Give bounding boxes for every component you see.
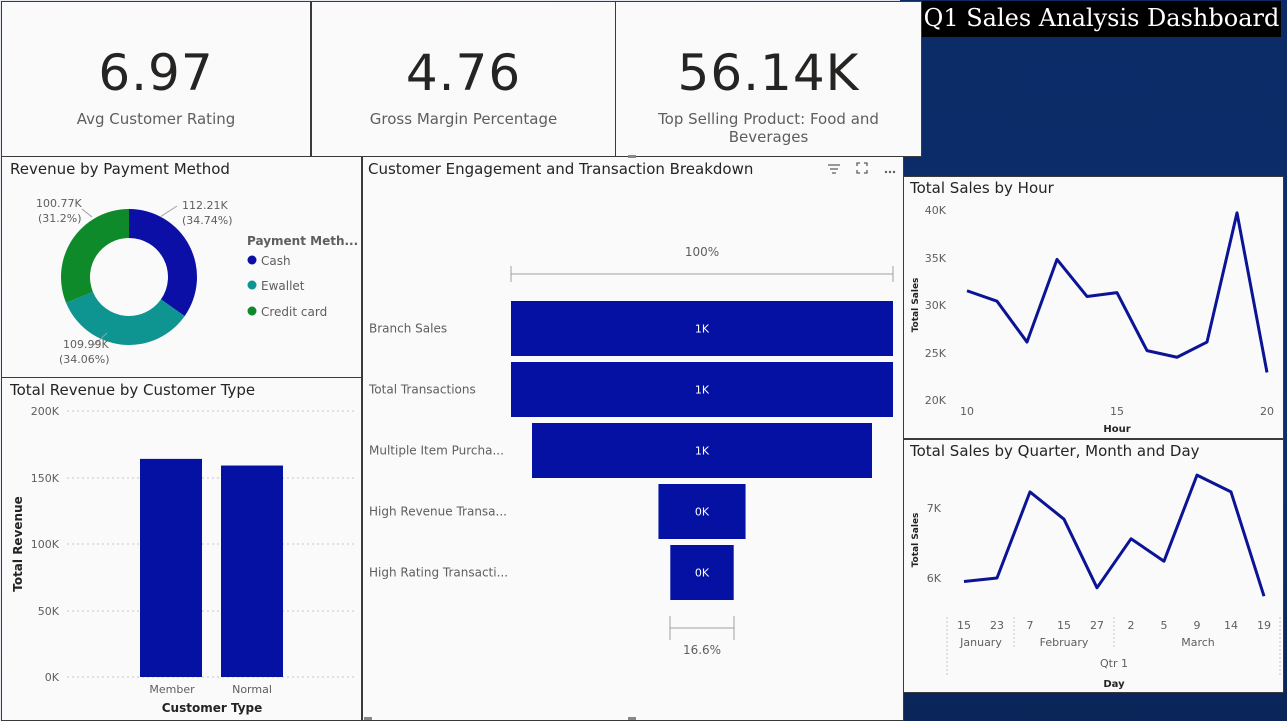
kpi-card-avg-rating[interactable]: 6.97 Avg Customer Rating <box>1 1 311 157</box>
funnel-bar-label: 1K <box>695 384 710 397</box>
funnel-top-percent: 100% <box>685 245 719 259</box>
x-axis-title: Customer Type <box>162 701 263 715</box>
funnel-top-bracket <box>510 266 894 282</box>
y-tick-label: 35K <box>925 252 947 265</box>
legend-marker-cash <box>247 255 257 265</box>
sales-by-hour-chart[interactable]: Total Sales by Hour 40K 35K 30K 25K 20K … <box>903 176 1284 439</box>
legend-item-ewallet[interactable]: Ewallet <box>261 279 305 293</box>
y-axis-title: Total Sales <box>911 278 921 333</box>
resize-handle[interactable] <box>628 155 636 158</box>
resize-handle[interactable] <box>364 717 372 720</box>
donut-svg: 112.21K (34.74%) 109.99K (34.06%) 100.77… <box>36 197 358 366</box>
kpi-value: 56.14K <box>677 44 860 102</box>
data-label: (34.74%) <box>182 214 233 227</box>
kpi-value: 4.76 <box>405 44 522 102</box>
sales-by-day-chart[interactable]: Total Sales by Quarter, Month and Day 7K… <box>903 439 1284 693</box>
kpi-card-top-product[interactable]: 56.14K Top Selling Product: Food and Bev… <box>615 1 922 157</box>
resize-handle[interactable] <box>628 717 636 720</box>
quarter-label: Qtr 1 <box>1100 657 1128 670</box>
funnel-bottom-bracket <box>669 616 735 640</box>
x-tick-label: 2 <box>1128 619 1135 632</box>
data-label: 100.77K <box>36 197 82 210</box>
y-tick-label: 150K <box>31 472 60 485</box>
funnel-category-label: Multiple Item Purcha... <box>369 444 504 458</box>
funnel-bar-label: 1K <box>695 323 710 336</box>
legend-marker-ewallet <box>247 280 257 290</box>
funnel-bar-label: 0K <box>695 506 710 519</box>
engagement-funnel-chart[interactable]: Customer Engagement and Transaction Brea… <box>362 156 904 721</box>
dashboard-title: Q1 Sales Analysis Dashboard <box>922 1 1281 37</box>
data-label: 109.99K <box>63 338 109 351</box>
y-tick-label: 40K <box>925 204 947 217</box>
funnel-category-label: High Rating Transacti... <box>369 566 508 580</box>
kpi-value: 6.97 <box>98 44 214 102</box>
x-axis-title: Day <box>1103 679 1125 690</box>
funnel-bottom-percent: 16.6% <box>683 643 721 657</box>
funnel-bar-label: 1K <box>695 445 710 458</box>
kpi-label: Avg Customer Rating <box>76 110 236 128</box>
y-tick-label: 200K <box>31 405 60 418</box>
bar-member[interactable] <box>140 458 202 677</box>
y-tick-label: 25K <box>925 347 947 360</box>
y-tick-label: 20K <box>925 394 947 407</box>
y-tick-label: 100K <box>31 538 60 551</box>
kpi-label: Top Selling Product: Food and Beverages <box>658 110 879 146</box>
x-tick-label: 9 <box>1194 619 1201 632</box>
leader-line <box>159 205 178 218</box>
legend-item-cash[interactable]: Cash <box>261 254 291 268</box>
leader-line <box>81 208 93 218</box>
x-tick-label: 5 <box>1161 619 1168 632</box>
y-tick-label: 6K <box>927 572 942 585</box>
x-tick-label: 19 <box>1257 619 1271 632</box>
y-tick-label: 30K <box>925 299 947 312</box>
sales-by-day-line[interactable] <box>963 473 1266 597</box>
gridlines <box>67 410 354 678</box>
x-tick-label: Normal <box>232 683 272 696</box>
y-tick-label: 50K <box>38 605 60 618</box>
payment-method-chart[interactable]: Revenue by Payment Method 112.21K (34.74… <box>1 156 362 378</box>
x-tick-label: 15 <box>1110 405 1124 418</box>
y-axis-title: Total Sales <box>911 513 921 568</box>
x-tick-label: 20 <box>1260 405 1274 418</box>
sales-by-hour-line[interactable] <box>966 211 1269 373</box>
funnel-bar-label: 0K <box>695 567 710 580</box>
legend-title: Payment Meth... <box>247 234 358 248</box>
bar-normal[interactable] <box>221 465 283 677</box>
y-tick-label: 7K <box>927 502 942 515</box>
x-tick-label: 15 <box>957 619 971 632</box>
month-label: March <box>1181 636 1215 649</box>
x-tick-label: 14 <box>1224 619 1238 632</box>
y-axis-title: Total Revenue <box>11 496 25 592</box>
y-tick-label: 0K <box>45 671 60 684</box>
funnel-category-label: Total Transactions <box>368 383 476 397</box>
bar-chart-svg: 200K 150K 100K 50K 0K Member Normal Cust… <box>11 405 354 715</box>
month-label: February <box>1040 636 1089 649</box>
x-tick-label: 23 <box>990 619 1004 632</box>
month-label: January <box>959 636 1002 649</box>
x-tick-label: 10 <box>960 405 974 418</box>
x-tick-label: 27 <box>1090 619 1104 632</box>
funnel-category-label: High Revenue Transa... <box>369 505 507 519</box>
legend-item-credit-card[interactable]: Credit card <box>261 305 327 319</box>
data-label: (34.06%) <box>59 353 110 366</box>
x-axis-title: Hour <box>1103 424 1130 435</box>
kpi-card-gross-margin[interactable]: 4.76 Gross Margin Percentage <box>311 1 616 157</box>
x-tick-label: 15 <box>1057 619 1071 632</box>
funnel-category-label: Branch Sales <box>369 322 447 336</box>
funnel-svg: 100% 1K Branch Sales 1K Total Transactions 1… <box>368 245 894 657</box>
line-chart-svg: 40K 35K 30K 25K 20K 10 15 20 Hour Total … <box>911 204 1274 435</box>
x-tick-label: Member <box>149 683 195 696</box>
customer-type-chart[interactable]: Total Revenue by Customer Type 200K 150K… <box>1 377 362 721</box>
data-label: 112.21K <box>182 199 228 212</box>
x-tick-label: 7 <box>1027 619 1034 632</box>
data-label: (31.2%) <box>38 212 82 225</box>
kpi-label: Gross Margin Percentage <box>369 110 558 128</box>
legend-marker-credit-card <box>247 306 257 316</box>
line-chart-svg: 7K 6K Total Sales 15 23 7 15 27 2 5 9 14 19 Janua… <box>911 473 1281 690</box>
